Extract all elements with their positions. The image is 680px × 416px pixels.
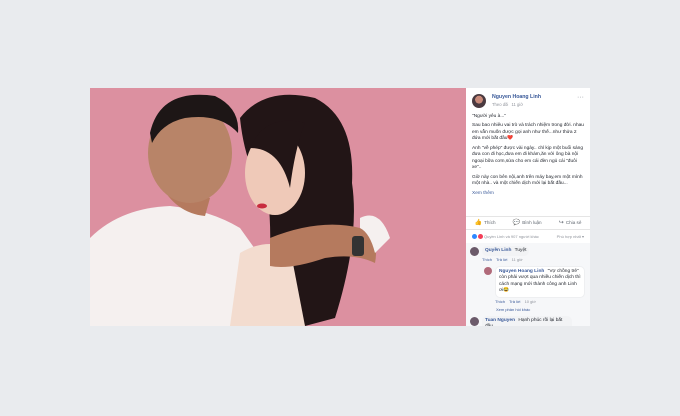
comments-section: Quyền Linh Tuyệt Thích Trả lời 11 giờ Ng… <box>466 243 590 326</box>
reactions-bar: Quyền Linh và 907 người khác Phù hợp nhấ… <box>466 232 590 241</box>
comment-like-link[interactable]: Thích <box>482 257 492 262</box>
comment-label: Bình luận <box>522 219 542 225</box>
author-avatar[interactable] <box>472 94 486 108</box>
comment: Tuan Nguyen Hạnh phúc rồi lại bắt đầu... <box>470 315 586 326</box>
comment: Quyền Linh Tuyệt Thích Trả lời 11 giờ <box>470 246 586 263</box>
share-label: Chia sẻ <box>565 219 582 225</box>
post-sidebar: Nguyen Hoang Linh Theo dõi 11 giờ ··· "N… <box>466 88 590 326</box>
post-header: Nguyen Hoang Linh Theo dõi 11 giờ ··· <box>466 88 590 110</box>
comment-bubble: Nguyen Hoang Linh "Vợ chồng trẻ" còn phả… <box>495 265 585 298</box>
post-paragraph: "Người yêu à..." <box>472 114 507 119</box>
post-time[interactable]: 11 giờ <box>511 102 523 107</box>
more-options-icon[interactable]: ··· <box>577 93 584 102</box>
follow-link[interactable]: Theo dõi <box>492 102 508 107</box>
share-icon: ↪ <box>558 219 564 226</box>
comment-time[interactable]: 10 giờ <box>525 299 536 304</box>
like-reaction-icon <box>472 234 477 239</box>
post-body: "Người yêu à..." Sau bao nhiêu vai trò v… <box>466 110 590 197</box>
commenter-name[interactable]: Tuan Nguyen <box>485 318 515 323</box>
commenter-name[interactable]: Quyền Linh <box>485 248 511 253</box>
commenter-avatar[interactable] <box>484 266 492 275</box>
reactions-summary[interactable]: Quyền Linh và 907 người khác <box>472 234 539 239</box>
love-reaction-icon <box>478 234 483 239</box>
post-actions: 👍 Thích 💬 Bình luận ↪ Chia sẻ <box>466 216 590 230</box>
post-meta: Theo dõi 11 giờ <box>492 102 584 108</box>
commenter-avatar[interactable] <box>470 316 479 326</box>
comment-button[interactable]: 💬 Bình luận <box>513 219 542 227</box>
commenter-avatar[interactable] <box>470 247 479 256</box>
comment-sort-select[interactable]: Phù hợp nhất ▾ <box>557 234 584 239</box>
share-button[interactable]: ↪ Chia sẻ <box>559 219 582 227</box>
post-photo[interactable] <box>90 88 466 326</box>
comment-reply-link[interactable]: Trả lời <box>509 299 520 304</box>
comment-like-link[interactable]: Thích <box>495 299 505 304</box>
post-paragraph: Giờ này con bên nội,anh trên máy bay,em … <box>472 174 583 187</box>
comment-meta: Thích Trả lời 11 giờ <box>482 257 586 262</box>
comment-reply: Nguyen Hoang Linh "Vợ chồng trẻ" còn phả… <box>484 265 586 304</box>
author-name[interactable]: Nguyen Hoang Linh <box>492 94 584 101</box>
like-button[interactable]: 👍 Thích <box>475 219 496 227</box>
comment-meta: Thích Trả lời 10 giờ <box>495 299 586 304</box>
view-more-replies-link[interactable]: Xem phản hồi khác <box>496 307 586 312</box>
see-more-link[interactable]: Xem thêm <box>472 191 494 196</box>
reactions-text: Quyền Linh và 907 người khác <box>484 233 539 239</box>
post-paragraph: Sau bao nhiêu vai trò và trách nhiệm tro… <box>472 123 584 142</box>
comment-reply-link[interactable]: Trả lời <box>496 257 507 262</box>
commenter-name[interactable]: Nguyen Hoang Linh <box>499 269 544 274</box>
comment-bubble: Quyền Linh Tuyệt <box>482 246 530 257</box>
comment-text: Tuyệt <box>514 248 527 253</box>
comment-icon: 💬 <box>512 219 521 226</box>
like-label: Thích <box>484 219 496 225</box>
comment-time[interactable]: 11 giờ <box>512 257 523 262</box>
comment-bubble: Tuan Nguyen Hạnh phúc rồi lại bắt đầu... <box>482 315 572 326</box>
thumbs-up-icon: 👍 <box>474 219 483 226</box>
couple-photo <box>90 88 466 326</box>
post-paragraph: Anh "về phép" được vài ngày.. chỉ kịp mộ… <box>472 145 584 171</box>
